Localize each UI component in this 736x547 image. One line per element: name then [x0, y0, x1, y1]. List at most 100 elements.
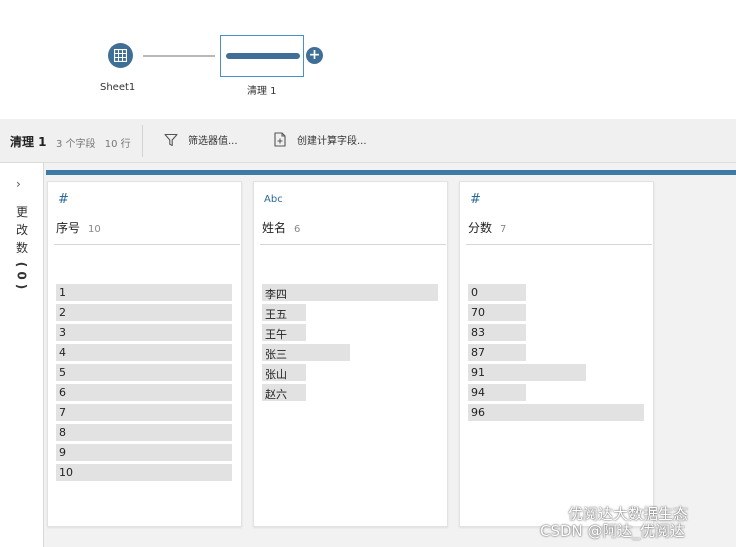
value-bar-row[interactable]: 2 — [56, 303, 236, 323]
expand-changes-icon[interactable]: › — [16, 177, 21, 191]
value-bar-row[interactable]: 7 — [56, 403, 236, 423]
value-label: 8 — [59, 426, 66, 439]
value-bar — [56, 304, 232, 321]
value-bar-row[interactable]: 1 — [56, 283, 236, 303]
profile-card-姓名[interactable]: Abc 姓名 6 李四 王五 王午 张三 张山 赵六 — [253, 181, 448, 527]
value-bar-row[interactable]: 5 — [56, 363, 236, 383]
value-label: 10 — [59, 466, 73, 479]
watermark: 优阅达大数据生态 CSDN @阿达_优阅达 — [540, 503, 688, 541]
field-header[interactable]: 序号 10 — [56, 219, 101, 236]
value-bar-row[interactable]: 张三 — [262, 343, 442, 363]
changes-count-char: ) — [14, 283, 29, 290]
value-bar-row[interactable]: 70 — [468, 303, 648, 323]
toolbar-divider — [142, 125, 143, 157]
profile-card-序号[interactable]: # 序号 10 1 2 3 4 5 6 7 8 9 10 — [47, 181, 242, 527]
header-divider — [260, 244, 446, 245]
value-label: 83 — [471, 326, 485, 339]
value-bar — [56, 284, 232, 301]
step-meta: 3 个字段 10 行 — [56, 135, 131, 150]
header-divider — [54, 244, 240, 245]
field-name: 序号 — [56, 221, 81, 235]
value-label: 0 — [471, 286, 478, 299]
profile-pane: # 序号 10 1 2 3 4 5 6 7 8 9 10 Abc 姓名 6 李四 王五 王午 张三 张山 赵六 … — [44, 163, 736, 547]
clean-node-label: 清理 1 — [247, 86, 277, 97]
value-bar — [56, 384, 232, 401]
value-label: 91 — [471, 366, 485, 379]
create-calc-field-button[interactable]: 创建计算字段... — [273, 132, 367, 147]
value-histogram: 李四王五王午张三张山赵六 — [262, 283, 442, 403]
value-bar-row[interactable]: 赵六 — [262, 383, 442, 403]
filter-values-button[interactable]: 筛选器值... — [164, 132, 238, 147]
value-bar-row[interactable]: 3 — [56, 323, 236, 343]
table-icon — [114, 49, 127, 62]
number-type-icon: # — [58, 192, 69, 207]
value-bar-row[interactable]: 94 — [468, 383, 648, 403]
value-bar-row[interactable]: 6 — [56, 383, 236, 403]
changes-label-char: 改 — [15, 223, 28, 237]
changes-label-char: 数 — [15, 241, 28, 255]
value-bar-row[interactable]: 4 — [56, 343, 236, 363]
value-bar-row[interactable]: 李四 — [262, 283, 442, 303]
value-bar-row[interactable]: 0 — [468, 283, 648, 303]
changes-panel: › 更改数 (0) — [0, 163, 44, 547]
value-label: 2 — [59, 306, 66, 319]
flow-connector — [143, 55, 215, 57]
value-label: 87 — [471, 346, 485, 359]
row-count: 10 行 — [104, 139, 131, 150]
changes-label: 更改数 — [14, 203, 30, 257]
value-label: 李四 — [265, 288, 287, 301]
value-bar — [56, 324, 232, 341]
value-label: 赵六 — [265, 388, 287, 401]
value-bar-row[interactable]: 9 — [56, 443, 236, 463]
step-toolbar: 清理 1 3 个字段 10 行 筛选器值... 创建计算字段... — [0, 119, 736, 163]
field-header[interactable]: 姓名 6 — [262, 219, 300, 236]
value-bar-row[interactable]: 10 — [56, 463, 236, 483]
value-bar-row[interactable]: 8 — [56, 423, 236, 443]
value-bar — [262, 284, 438, 301]
watermark-line-2: CSDN @阿达_优阅达 — [540, 522, 686, 540]
sheet-node[interactable] — [108, 43, 133, 68]
value-bar — [56, 444, 232, 461]
value-label: 94 — [471, 386, 485, 399]
field-header[interactable]: 分数 7 — [468, 219, 506, 236]
value-bar — [468, 404, 644, 421]
field-name: 分数 — [468, 221, 493, 235]
value-bar-row[interactable]: 83 — [468, 323, 648, 343]
value-bar — [56, 344, 232, 361]
number-type-icon: # — [470, 192, 481, 207]
value-bar-row[interactable]: 王五 — [262, 303, 442, 323]
profile-card-分数[interactable]: # 分数 7 0 70 83 87 91 94 96 — [459, 181, 654, 527]
value-bar-row[interactable]: 91 — [468, 363, 648, 383]
value-bar-row[interactable]: 87 — [468, 343, 648, 363]
add-step-button[interactable]: + — [306, 47, 323, 64]
flow-canvas: + Sheet1 清理 1 — [0, 0, 736, 119]
value-bar — [468, 364, 586, 381]
filter-icon — [164, 133, 178, 146]
value-bar-row[interactable]: 张山 — [262, 363, 442, 383]
value-bar — [56, 364, 232, 381]
value-bar-row[interactable]: 王午 — [262, 323, 442, 343]
sheet-node-label: Sheet1 — [100, 82, 136, 93]
value-label: 4 — [59, 346, 66, 359]
filter-values-label: 筛选器值... — [188, 136, 238, 147]
value-label: 96 — [471, 406, 485, 419]
value-histogram: 0 70 83 87 91 94 96 — [468, 283, 648, 423]
value-bar — [56, 404, 232, 421]
profile-accent-bar — [46, 170, 736, 175]
value-bar-row[interactable]: 96 — [468, 403, 648, 423]
changes-count: (0) — [14, 259, 30, 292]
value-histogram: 1 2 3 4 5 6 7 8 9 10 — [56, 283, 236, 483]
create-calc-field-label: 创建计算字段... — [297, 136, 367, 147]
value-label: 张三 — [265, 348, 287, 361]
clean-node[interactable] — [220, 35, 304, 77]
value-bar — [56, 424, 232, 441]
distinct-count: 7 — [500, 224, 507, 235]
value-label: 3 — [59, 326, 66, 339]
value-label: 王午 — [265, 328, 287, 341]
clean-node-bar — [226, 53, 300, 59]
value-label: 1 — [59, 286, 66, 299]
value-bar — [56, 464, 232, 481]
value-label: 5 — [59, 366, 66, 379]
distinct-count: 6 — [294, 224, 301, 235]
field-name: 姓名 — [262, 221, 287, 235]
